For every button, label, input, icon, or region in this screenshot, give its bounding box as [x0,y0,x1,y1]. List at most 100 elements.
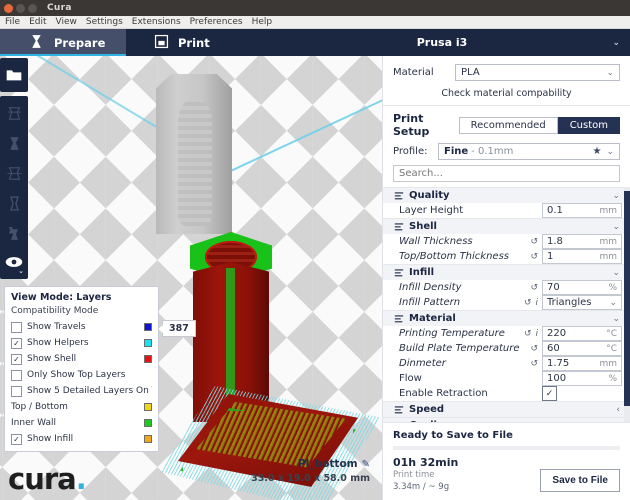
setting-value-input[interactable]: 0.1 mm [542,203,622,218]
chevron-down-icon: ⌄ [612,37,620,48]
window-maximize-button[interactable] [28,3,37,13]
menu-item-view[interactable]: View [56,17,77,27]
settings-category-header[interactable]: Quality ⌄ [383,187,630,203]
view-mode-checkbox[interactable] [11,385,22,397]
settings-category-header[interactable]: Speed ‹ [383,401,630,417]
chevron-down-icon: ⌄ [612,190,620,201]
setting-dropdown[interactable]: Triangles ⌄ [542,295,622,310]
profile-row: Profile: Fine - 0.1mm ★ ⌄ [383,143,630,165]
profile-select[interactable]: Fine - 0.1mm ★ ⌄ [438,143,620,160]
settings-list[interactable]: Quality ⌄ Layer Height 0.1 mm Shell ⌄ Wall Thic… [383,187,630,422]
menu-item-file[interactable]: File [5,17,20,27]
info-icon[interactable]: i [535,298,538,308]
stage-tab-print-label: Print [178,35,210,50]
view-mode-row[interactable]: Show 5 Detailed Layers On Top [11,383,152,399]
settings-category-header[interactable]: Cooling ‹ [383,417,630,422]
revert-icon[interactable]: ↺ [524,298,532,308]
print-setup-header: Print Setup Recommended Custom [383,106,630,143]
settings-scrollbar-thumb[interactable] [624,191,630,406]
view-mode-row[interactable]: Only Show Top Layers [11,367,152,383]
setting-icons: ↺ [530,344,542,354]
setting-value-input[interactable]: 100% [542,371,622,386]
pencil-icon[interactable]: ✎ [362,459,370,470]
title-bar: Cura [0,0,630,16]
mirror-tool-button[interactable] [0,188,28,218]
view-mode-row[interactable]: ✓ Show Shell [11,351,152,367]
rotate-icon [6,166,22,180]
setting-value-input[interactable]: 1.75 mm [542,356,622,371]
check-material-compatibility-link[interactable]: Check material compability [393,88,620,99]
setting-value-input[interactable]: 220 °C [542,326,622,341]
star-icon[interactable]: ★ [592,146,601,157]
info-icon[interactable]: i [535,329,538,339]
color-swatch [144,419,152,427]
view-mode-row[interactable]: Show Travels [11,319,152,335]
setting-row: Flow 100% [383,371,630,386]
menu-item-extensions[interactable]: Extensions [132,17,181,27]
tab-recommended[interactable]: Recommended [458,116,558,134]
view-mode-checkbox[interactable]: ✓ [11,337,22,349]
revert-icon[interactable]: ↺ [524,329,532,339]
view-mode-checkbox[interactable] [11,369,22,381]
menu-bar: File Edit View Settings Extensions Prefe… [0,16,630,29]
rotate-tool-button[interactable] [0,158,28,188]
view-mode-button[interactable]: ⌄ [0,247,28,277]
setting-value-input[interactable]: 1.8 mm [542,234,622,249]
setting-checkbox[interactable]: ✓ [542,386,557,401]
revert-icon[interactable]: ↺ [530,359,538,369]
move-tool-button[interactable] [0,98,28,128]
material-value: PLA [461,67,480,78]
chevron-down-icon: ⌄ [612,267,620,278]
tab-custom[interactable]: Custom [557,116,620,134]
setting-icons: ↺ [530,237,542,247]
print-time-label: Print time [393,470,435,480]
revert-icon[interactable]: ↺ [530,283,538,293]
window-minimize-button[interactable] [16,3,25,13]
menu-item-help[interactable]: Help [252,17,273,27]
view-mode-checkbox[interactable]: ✓ [11,433,22,445]
stage-tab-print[interactable]: Print [126,29,254,56]
setting-label: Infill Density [399,282,462,293]
scale-tool-button[interactable] [0,128,28,158]
search-input[interactable] [393,165,620,182]
chevron-down-icon: ⌄ [612,313,620,324]
settings-category-header[interactable]: Shell ⌄ [383,218,630,234]
print-icon [154,34,169,52]
setting-value-input[interactable]: 60 °C [542,341,622,356]
setting-icons: ↺ [530,359,542,369]
setting-label: Enable Retraction [399,388,488,399]
view-mode-checkbox[interactable] [11,321,22,333]
per-model-settings-button[interactable] [0,218,28,248]
setting-value: 70 [547,282,560,293]
setting-unit: mm [599,358,617,369]
window-close-button[interactable] [4,3,13,13]
settings-category-header[interactable]: Material ⌄ [383,310,630,326]
view-mode-label: Top / Bottom [11,402,68,412]
revert-icon[interactable]: ↺ [530,237,538,247]
stage-tab-prepare[interactable]: Prepare [0,29,126,56]
menu-item-settings[interactable]: Settings [86,17,123,27]
setting-unit: mm [599,251,617,262]
settings-category-header[interactable]: Infill ⌄ [383,264,630,280]
mirror-icon [9,195,19,211]
settings-category-name: Quality [409,190,450,201]
setting-value-input[interactable]: 70% [542,280,622,295]
revert-icon[interactable]: ↺ [530,344,538,354]
setting-label: Printing Temperature [399,328,505,339]
settings-categories: Quality ⌄ Layer Height 0.1 mm Shell ⌄ Wall Thic… [383,187,630,422]
open-file-button[interactable] [0,60,28,90]
material-section: Material PLA ⌄ Check material compabilit… [383,56,630,105]
view-mode-row[interactable]: ✓ Show Infill [11,431,152,447]
menu-item-preferences[interactable]: Preferences [190,17,243,27]
material-select[interactable]: PLA ⌄ [455,64,620,81]
setting-value-input[interactable]: 1 mm [542,249,622,264]
view-mode-row[interactable]: ✓ Show Helpers [11,335,152,351]
settings-scrollbar[interactable] [624,187,630,422]
printer-selector[interactable]: Prusa i3 ⌄ [254,29,630,56]
view-mode-checkbox[interactable]: ✓ [11,353,22,365]
menu-item-edit[interactable]: Edit [29,17,46,27]
revert-icon[interactable]: ↺ [530,252,538,262]
chevron-left-icon: ‹ [616,404,620,415]
save-to-file-button[interactable]: Save to File [540,469,620,492]
print-setup-mode-toggle: Recommended Custom [458,116,620,134]
